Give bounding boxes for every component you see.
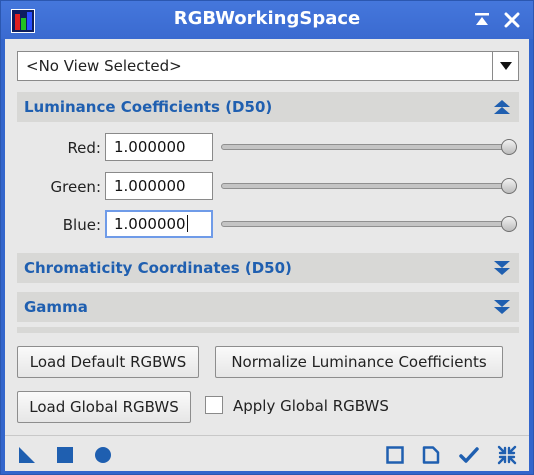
document-icon[interactable] bbox=[421, 445, 441, 465]
shade-icon[interactable] bbox=[471, 9, 493, 31]
title-bar[interactable]: RGBWorkingSpace bbox=[1, 1, 533, 39]
apply-global-checkbox[interactable] bbox=[205, 396, 223, 414]
blue-coefficient-input[interactable]: 1.000000 bbox=[105, 210, 213, 238]
green-coefficient-slider[interactable] bbox=[221, 178, 517, 194]
green-coefficient-input[interactable]: 1.000000 bbox=[105, 172, 213, 200]
slider-handle[interactable] bbox=[501, 216, 517, 232]
apply-global-label: Apply Global RGBWS bbox=[233, 397, 389, 415]
process-toolbar bbox=[5, 435, 529, 471]
divider bbox=[17, 327, 519, 333]
coefficient-label-green: Green: bbox=[50, 178, 101, 196]
section-luminance-header[interactable]: Luminance Coefficients (D50) bbox=[17, 92, 519, 122]
red-coefficient-slider[interactable] bbox=[221, 139, 517, 155]
reset-icon[interactable] bbox=[497, 445, 517, 465]
coefficient-row-green: Green: 1.000000 bbox=[17, 172, 519, 202]
preview-icon[interactable] bbox=[385, 445, 405, 465]
coefficient-row-blue: Blue: 1.000000 bbox=[17, 210, 519, 240]
expand-icon[interactable] bbox=[493, 299, 511, 319]
view-selector-value: <No View Selected> bbox=[26, 57, 182, 75]
coefficient-label-blue: Blue: bbox=[62, 216, 101, 234]
coefficient-label-red: Red: bbox=[67, 139, 101, 157]
load-default-rgbws-button[interactable]: Load Default RGBWS bbox=[17, 346, 199, 378]
section-luminance-title: Luminance Coefficients (D50) bbox=[24, 98, 273, 116]
normalize-luminance-button[interactable]: Normalize Luminance Coefficients bbox=[215, 346, 503, 378]
slider-handle[interactable] bbox=[501, 139, 517, 155]
coefficient-row-red: Red: 1.000000 bbox=[17, 133, 519, 163]
process-window: RGBWorkingSpace <No View Selected> Lumin… bbox=[0, 0, 534, 475]
red-coefficient-value: 1.000000 bbox=[114, 138, 186, 156]
new-instance-icon[interactable] bbox=[17, 445, 37, 465]
section-chromaticity-header[interactable]: Chromaticity Coordinates (D50) bbox=[17, 253, 519, 283]
collapse-icon[interactable] bbox=[493, 99, 511, 119]
close-icon[interactable] bbox=[501, 9, 523, 31]
load-global-rgbws-button[interactable]: Load Global RGBWS bbox=[17, 391, 191, 423]
chevron-down-icon[interactable] bbox=[492, 52, 518, 80]
blue-coefficient-value: 1.000000 bbox=[114, 215, 186, 233]
section-gamma-title: Gamma bbox=[24, 298, 88, 316]
red-coefficient-input[interactable]: 1.000000 bbox=[105, 133, 213, 161]
check-icon[interactable] bbox=[459, 445, 479, 465]
blue-coefficient-slider[interactable] bbox=[221, 216, 517, 232]
section-chromaticity-title: Chromaticity Coordinates (D50) bbox=[24, 259, 292, 277]
apply-global-circle-icon[interactable] bbox=[93, 445, 113, 465]
slider-handle[interactable] bbox=[501, 178, 517, 194]
expand-icon[interactable] bbox=[493, 260, 511, 280]
window-content: <No View Selected> Luminance Coefficient… bbox=[5, 39, 529, 435]
view-selector-dropdown[interactable]: <No View Selected> bbox=[17, 51, 519, 81]
apply-square-icon[interactable] bbox=[55, 445, 75, 465]
section-gamma-header[interactable]: Gamma bbox=[17, 292, 519, 322]
green-coefficient-value: 1.000000 bbox=[114, 177, 186, 195]
window-title: RGBWorkingSpace bbox=[173, 8, 361, 29]
